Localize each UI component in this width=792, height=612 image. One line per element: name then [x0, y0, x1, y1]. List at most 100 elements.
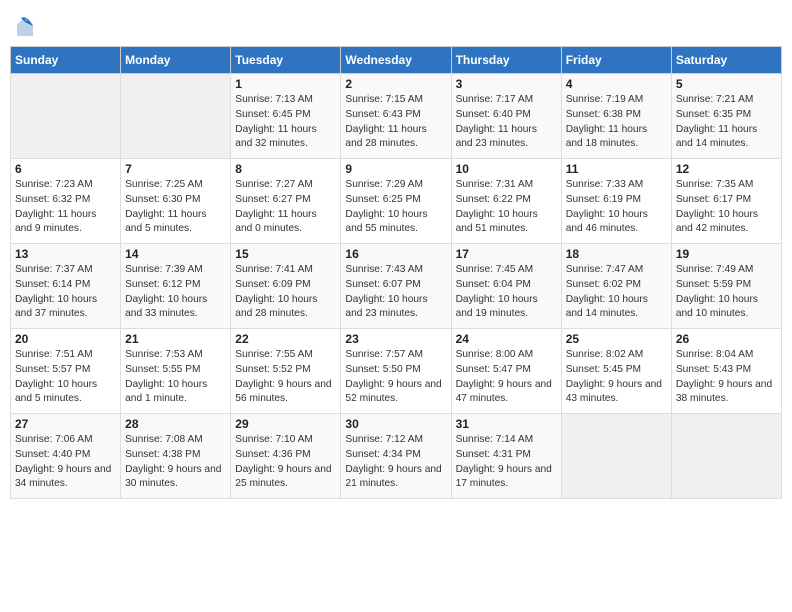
day-number: 9 — [345, 162, 446, 176]
daylight-text: Daylight: 9 hours and 25 minutes. — [235, 464, 331, 490]
calendar-cell: 27 Sunrise: 7:06 AM Sunset: 4:40 PM Dayl… — [11, 414, 121, 499]
cell-content: Sunrise: 7:57 AM Sunset: 5:50 PM Dayligh… — [345, 348, 446, 407]
sunrise-text: Sunrise: 7:17 AM — [456, 94, 534, 105]
sunrise-text: Sunrise: 7:15 AM — [345, 94, 423, 105]
daylight-text: Daylight: 9 hours and 52 minutes. — [345, 379, 441, 405]
calendar-week-1: 1 Sunrise: 7:13 AM Sunset: 6:45 PM Dayli… — [11, 74, 782, 159]
day-number: 1 — [235, 77, 336, 91]
cell-content: Sunrise: 7:10 AM Sunset: 4:36 PM Dayligh… — [235, 433, 336, 492]
sunrise-text: Sunrise: 8:02 AM — [566, 349, 644, 360]
sunrise-text: Sunrise: 7:49 AM — [676, 264, 754, 275]
cell-content: Sunrise: 7:13 AM Sunset: 6:45 PM Dayligh… — [235, 93, 336, 152]
calendar-cell: 18 Sunrise: 7:47 AM Sunset: 6:02 PM Dayl… — [561, 244, 671, 329]
day-number: 3 — [456, 77, 557, 91]
sunset-text: Sunset: 6:32 PM — [15, 194, 90, 205]
cell-content: Sunrise: 7:53 AM Sunset: 5:55 PM Dayligh… — [125, 348, 226, 407]
sunset-text: Sunset: 5:57 PM — [15, 364, 90, 375]
sunrise-text: Sunrise: 7:41 AM — [235, 264, 313, 275]
sunset-text: Sunset: 5:45 PM — [566, 364, 641, 375]
sunrise-text: Sunrise: 7:23 AM — [15, 179, 93, 190]
sunrise-text: Sunrise: 8:00 AM — [456, 349, 534, 360]
calendar-cell: 22 Sunrise: 7:55 AM Sunset: 5:52 PM Dayl… — [231, 329, 341, 414]
cell-content: Sunrise: 7:14 AM Sunset: 4:31 PM Dayligh… — [456, 433, 557, 492]
daylight-text: Daylight: 10 hours and 23 minutes. — [345, 294, 427, 320]
sunrise-text: Sunrise: 7:08 AM — [125, 434, 203, 445]
daylight-text: Daylight: 10 hours and 1 minute. — [125, 379, 207, 405]
sunrise-text: Sunrise: 7:47 AM — [566, 264, 644, 275]
sunrise-text: Sunrise: 7:35 AM — [676, 179, 754, 190]
col-wednesday: Wednesday — [341, 47, 451, 74]
calendar-cell: 1 Sunrise: 7:13 AM Sunset: 6:45 PM Dayli… — [231, 74, 341, 159]
sunrise-text: Sunrise: 7:21 AM — [676, 94, 754, 105]
sunset-text: Sunset: 6:22 PM — [456, 194, 531, 205]
day-number: 25 — [566, 332, 667, 346]
cell-content: Sunrise: 7:51 AM Sunset: 5:57 PM Dayligh… — [15, 348, 116, 407]
calendar-cell: 31 Sunrise: 7:14 AM Sunset: 4:31 PM Dayl… — [451, 414, 561, 499]
calendar-cell: 29 Sunrise: 7:10 AM Sunset: 4:36 PM Dayl… — [231, 414, 341, 499]
daylight-text: Daylight: 10 hours and 5 minutes. — [15, 379, 97, 405]
sunset-text: Sunset: 4:38 PM — [125, 449, 200, 460]
calendar-cell: 23 Sunrise: 7:57 AM Sunset: 5:50 PM Dayl… — [341, 329, 451, 414]
sunset-text: Sunset: 5:47 PM — [456, 364, 531, 375]
day-number: 19 — [676, 247, 777, 261]
sunset-text: Sunset: 6:07 PM — [345, 279, 420, 290]
logo-icon — [15, 16, 35, 38]
cell-content: Sunrise: 7:21 AM Sunset: 6:35 PM Dayligh… — [676, 93, 777, 152]
cell-content: Sunrise: 7:06 AM Sunset: 4:40 PM Dayligh… — [15, 433, 116, 492]
sunrise-text: Sunrise: 7:19 AM — [566, 94, 644, 105]
calendar-cell: 5 Sunrise: 7:21 AM Sunset: 6:35 PM Dayli… — [671, 74, 781, 159]
sunset-text: Sunset: 6:14 PM — [15, 279, 90, 290]
calendar-cell: 2 Sunrise: 7:15 AM Sunset: 6:43 PM Dayli… — [341, 74, 451, 159]
day-number: 14 — [125, 247, 226, 261]
sunset-text: Sunset: 6:35 PM — [676, 109, 751, 120]
calendar-cell: 17 Sunrise: 7:45 AM Sunset: 6:04 PM Dayl… — [451, 244, 561, 329]
cell-content: Sunrise: 7:45 AM Sunset: 6:04 PM Dayligh… — [456, 263, 557, 322]
day-number: 17 — [456, 247, 557, 261]
daylight-text: Daylight: 10 hours and 55 minutes. — [345, 209, 427, 235]
calendar-cell: 19 Sunrise: 7:49 AM Sunset: 5:59 PM Dayl… — [671, 244, 781, 329]
day-number: 13 — [15, 247, 116, 261]
cell-content: Sunrise: 8:02 AM Sunset: 5:45 PM Dayligh… — [566, 348, 667, 407]
sunset-text: Sunset: 5:52 PM — [235, 364, 310, 375]
day-number: 16 — [345, 247, 446, 261]
day-number: 20 — [15, 332, 116, 346]
sunrise-text: Sunrise: 7:57 AM — [345, 349, 423, 360]
calendar-cell: 11 Sunrise: 7:33 AM Sunset: 6:19 PM Dayl… — [561, 159, 671, 244]
calendar-cell: 24 Sunrise: 8:00 AM Sunset: 5:47 PM Dayl… — [451, 329, 561, 414]
cell-content: Sunrise: 8:04 AM Sunset: 5:43 PM Dayligh… — [676, 348, 777, 407]
daylight-text: Daylight: 10 hours and 51 minutes. — [456, 209, 538, 235]
daylight-text: Daylight: 10 hours and 37 minutes. — [15, 294, 97, 320]
sunrise-text: Sunrise: 7:25 AM — [125, 179, 203, 190]
calendar-cell: 8 Sunrise: 7:27 AM Sunset: 6:27 PM Dayli… — [231, 159, 341, 244]
sunset-text: Sunset: 6:12 PM — [125, 279, 200, 290]
col-tuesday: Tuesday — [231, 47, 341, 74]
sunrise-text: Sunrise: 7:53 AM — [125, 349, 203, 360]
sunset-text: Sunset: 5:50 PM — [345, 364, 420, 375]
sunset-text: Sunset: 4:36 PM — [235, 449, 310, 460]
sunrise-text: Sunrise: 7:55 AM — [235, 349, 313, 360]
sunrise-text: Sunrise: 7:37 AM — [15, 264, 93, 275]
day-number: 2 — [345, 77, 446, 91]
daylight-text: Daylight: 9 hours and 17 minutes. — [456, 464, 552, 490]
calendar-cell: 6 Sunrise: 7:23 AM Sunset: 6:32 PM Dayli… — [11, 159, 121, 244]
day-number: 6 — [15, 162, 116, 176]
col-monday: Monday — [121, 47, 231, 74]
sunset-text: Sunset: 6:17 PM — [676, 194, 751, 205]
day-number: 7 — [125, 162, 226, 176]
day-number: 26 — [676, 332, 777, 346]
sunset-text: Sunset: 6:43 PM — [345, 109, 420, 120]
calendar-cell: 13 Sunrise: 7:37 AM Sunset: 6:14 PM Dayl… — [11, 244, 121, 329]
sunrise-text: Sunrise: 7:13 AM — [235, 94, 313, 105]
calendar-cell: 9 Sunrise: 7:29 AM Sunset: 6:25 PM Dayli… — [341, 159, 451, 244]
sunrise-text: Sunrise: 7:29 AM — [345, 179, 423, 190]
sunset-text: Sunset: 5:55 PM — [125, 364, 200, 375]
cell-content: Sunrise: 8:00 AM Sunset: 5:47 PM Dayligh… — [456, 348, 557, 407]
sunset-text: Sunset: 6:09 PM — [235, 279, 310, 290]
daylight-text: Daylight: 10 hours and 42 minutes. — [676, 209, 758, 235]
sunrise-text: Sunrise: 7:27 AM — [235, 179, 313, 190]
cell-content: Sunrise: 7:29 AM Sunset: 6:25 PM Dayligh… — [345, 178, 446, 237]
col-friday: Friday — [561, 47, 671, 74]
cell-content: Sunrise: 7:49 AM Sunset: 5:59 PM Dayligh… — [676, 263, 777, 322]
day-number: 5 — [676, 77, 777, 91]
sunrise-text: Sunrise: 8:04 AM — [676, 349, 754, 360]
